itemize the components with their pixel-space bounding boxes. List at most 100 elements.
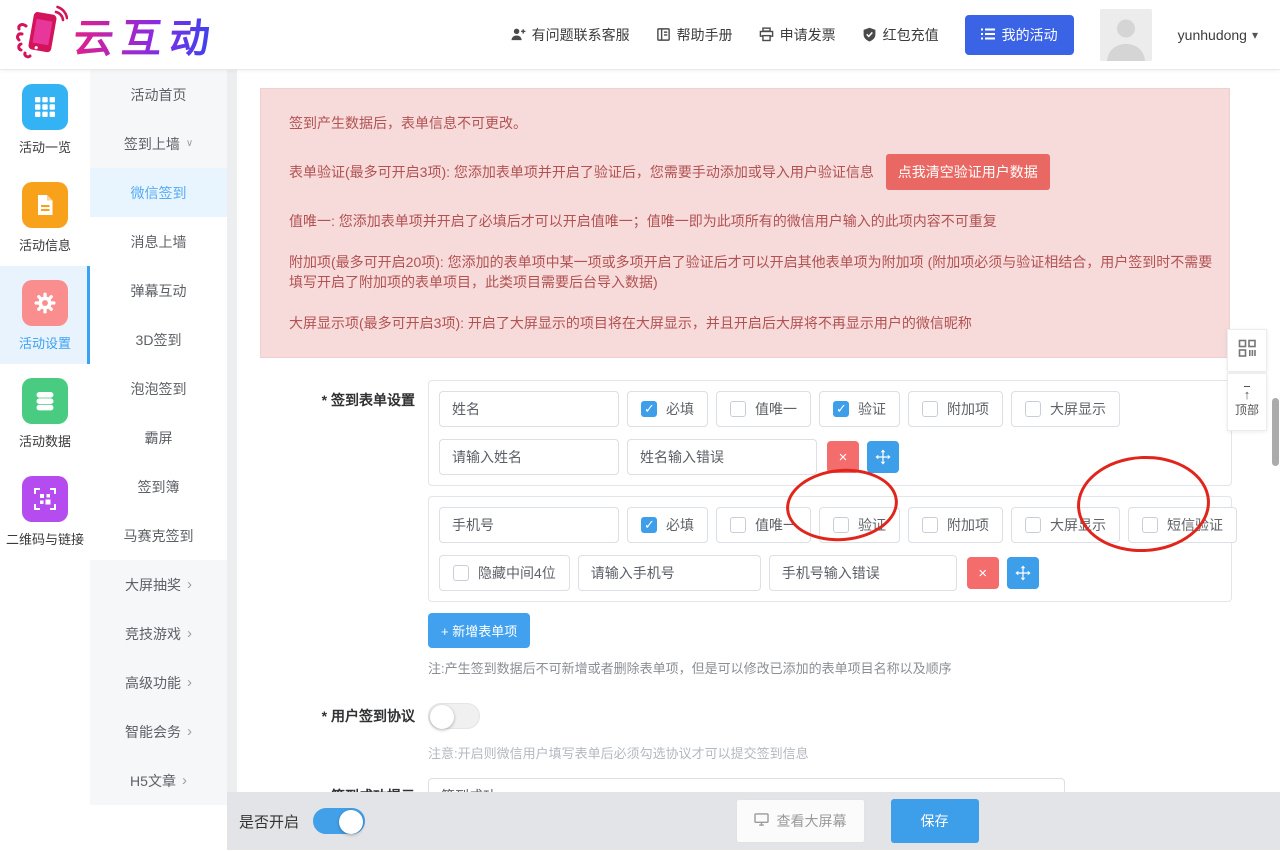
checkbox-icon: [922, 401, 938, 417]
user-dropdown[interactable]: yunhudong: [1178, 27, 1258, 43]
field-error-input[interactable]: [769, 555, 957, 591]
option-big-screen[interactable]: 大屏显示: [1011, 391, 1120, 427]
manual-book-icon: [656, 27, 671, 42]
footer-buttons: 查看大屏幕 保存: [736, 799, 979, 843]
menu-item-competitive-games[interactable]: 竞技游戏: [90, 609, 227, 658]
notice-line: 表单验证(最多可开启3项): 您添加表单项并开启了验证后，您需要手动添加或导入用…: [289, 154, 1201, 190]
save-button[interactable]: 保存: [891, 799, 979, 843]
option-unique-value[interactable]: 值唯一: [716, 391, 811, 427]
back-to-top-button[interactable]: ↑ 顶部: [1227, 373, 1267, 431]
option-label: 短信验证: [1167, 515, 1223, 535]
menu-item-screen-lottery[interactable]: 大屏抽奖: [90, 560, 227, 609]
option-hide-middle-digits[interactable]: 隐藏中间4位: [439, 555, 570, 591]
floating-qr-widget[interactable]: [1227, 329, 1267, 372]
option-big-screen[interactable]: 大屏显示: [1011, 507, 1120, 543]
field-name-input[interactable]: [439, 391, 619, 427]
rail-label: 活动设置: [0, 333, 90, 352]
option-addon[interactable]: 附加项: [908, 391, 1003, 427]
enable-toggle[interactable]: [313, 808, 365, 834]
option-label: 验证: [858, 399, 886, 419]
menu-item-message-wall[interactable]: 消息上墙: [90, 217, 227, 266]
field-messages-line: 隐藏中间4位 ×: [439, 555, 1221, 591]
menu-label: 消息上墙: [131, 232, 187, 252]
rail-item-qrcode-links[interactable]: 二维码与链接: [0, 462, 90, 560]
nav-help-manual[interactable]: 帮助手册: [656, 25, 733, 45]
menu-label: 智能会务: [125, 722, 181, 742]
menu-item-activity-home[interactable]: 活动首页: [90, 70, 227, 119]
required-mark: *: [322, 708, 327, 724]
section-label: * 签到表单设置: [260, 380, 428, 677]
rail-item-activity-settings[interactable]: 活动设置: [0, 266, 90, 364]
option-required[interactable]: 必填: [627, 391, 708, 427]
move-field-button[interactable]: [867, 441, 899, 473]
menu-label: 高级功能: [125, 673, 181, 693]
move-field-button[interactable]: [1007, 557, 1039, 589]
option-label: 值唯一: [755, 399, 797, 419]
nav-red-packet-recharge[interactable]: 红包充值: [862, 25, 939, 45]
option-label: 大屏显示: [1050, 515, 1106, 535]
nav-label: 红包充值: [883, 25, 939, 45]
menu-item-screen-takeover[interactable]: 霸屏: [90, 413, 227, 462]
menu-item-bubble-signin[interactable]: 泡泡签到: [90, 364, 227, 413]
checkbox-icon: [833, 401, 849, 417]
agreement-note: 注意:开启则微信用户填写表单后必须勾选协议才可以提交签到信息: [428, 743, 1240, 762]
option-required[interactable]: 必填: [627, 507, 708, 543]
menu-item-h5-article[interactable]: H5文章: [90, 756, 227, 805]
checkbox-icon: [1142, 517, 1158, 533]
view-big-screen-button[interactable]: 查看大屏幕: [736, 799, 865, 843]
sidebar-menu: 活动首页 签到上墙 微信签到 消息上墙 弹幕互动 3D签到 泡泡签到 霸屏 签到…: [90, 70, 227, 850]
header-nav: 有问题联系客服 帮助手册 申请发票 红包充值 我的活动: [510, 9, 1280, 61]
scrollbar-thumb[interactable]: [1272, 398, 1279, 466]
nav-invoice[interactable]: 申请发票: [759, 25, 836, 45]
agreement-toggle[interactable]: [428, 703, 480, 729]
menu-label: 微信签到: [131, 183, 187, 203]
rail-label: 活动一览: [0, 137, 90, 156]
option-label: 必填: [666, 399, 694, 419]
notice-line: 附加项(最多可开启20项): 您添加的表单项中某一项或多项开启了验证后才可以开启…: [289, 252, 1219, 292]
field-name-input[interactable]: [439, 507, 619, 543]
field-options-line: 必填 值唯一 验证 附加项: [439, 391, 1221, 427]
avatar[interactable]: [1100, 9, 1152, 61]
delete-field-button[interactable]: ×: [827, 441, 859, 473]
view-big-screen-label: 查看大屏幕: [777, 811, 847, 831]
menu-item-smart-conference[interactable]: 智能会务: [90, 707, 227, 756]
clear-verification-data-button[interactable]: 点我清空验证用户数据: [886, 154, 1050, 190]
nav-contact-support[interactable]: 有问题联系客服: [510, 25, 630, 45]
menu-item-signin-book[interactable]: 签到簿: [90, 462, 227, 511]
printer-icon: [759, 27, 774, 42]
delete-field-button[interactable]: ×: [967, 557, 999, 589]
menu-item-signin-wall[interactable]: 签到上墙: [90, 119, 227, 168]
add-field-note: 注:产生签到数据后不可新增或者删除表单项，但是可以修改已添加的表单项目名称以及顺…: [428, 658, 1232, 677]
field-messages-line: ×: [439, 439, 1221, 475]
menu-label: 弹幕互动: [131, 281, 187, 301]
option-sms-verify[interactable]: 短信验证: [1128, 507, 1237, 543]
rail-label: 二维码与链接: [0, 529, 90, 548]
option-unique-value[interactable]: 值唯一: [716, 507, 811, 543]
field-tip-input[interactable]: [439, 439, 619, 475]
option-verify[interactable]: 验证: [819, 507, 900, 543]
add-form-field-button[interactable]: + 新增表单项: [428, 613, 530, 648]
menu-item-3d-signin[interactable]: 3D签到: [90, 315, 227, 364]
field-error-input[interactable]: [627, 439, 817, 475]
menu-item-mosaic-signin[interactable]: 马赛克签到: [90, 511, 227, 560]
toggle-knob: [339, 810, 363, 834]
shield-check-icon: [862, 27, 877, 42]
option-addon[interactable]: 附加项: [908, 507, 1003, 543]
menu-label: 签到上墙: [124, 134, 180, 154]
option-verify[interactable]: 验证: [819, 391, 900, 427]
my-activities-button[interactable]: 我的活动: [965, 15, 1074, 55]
rail-item-activity-overview[interactable]: 活动一览: [0, 70, 90, 168]
logo-text: 云互动: [71, 6, 220, 64]
field-tip-input[interactable]: [578, 555, 761, 591]
form-field-group-name: 必填 值唯一 验证 附加项: [428, 380, 1232, 486]
rail-item-activity-data[interactable]: 活动数据: [0, 364, 90, 462]
option-label: 大屏显示: [1050, 399, 1106, 419]
menu-item-danmaku[interactable]: 弹幕互动: [90, 266, 227, 315]
checkbox-icon: [922, 517, 938, 533]
menu-item-advanced-features[interactable]: 高级功能: [90, 658, 227, 707]
menu-item-wechat-signin[interactable]: 微信签到: [90, 168, 227, 217]
main-content: 签到产生数据后，表单信息不可更改。 表单验证(最多可开启3项): 您添加表单项并…: [237, 70, 1280, 850]
rail-item-activity-info[interactable]: 活动信息: [0, 168, 90, 266]
checkbox-icon: [833, 517, 849, 533]
qr-mini-icon: [1238, 339, 1257, 363]
